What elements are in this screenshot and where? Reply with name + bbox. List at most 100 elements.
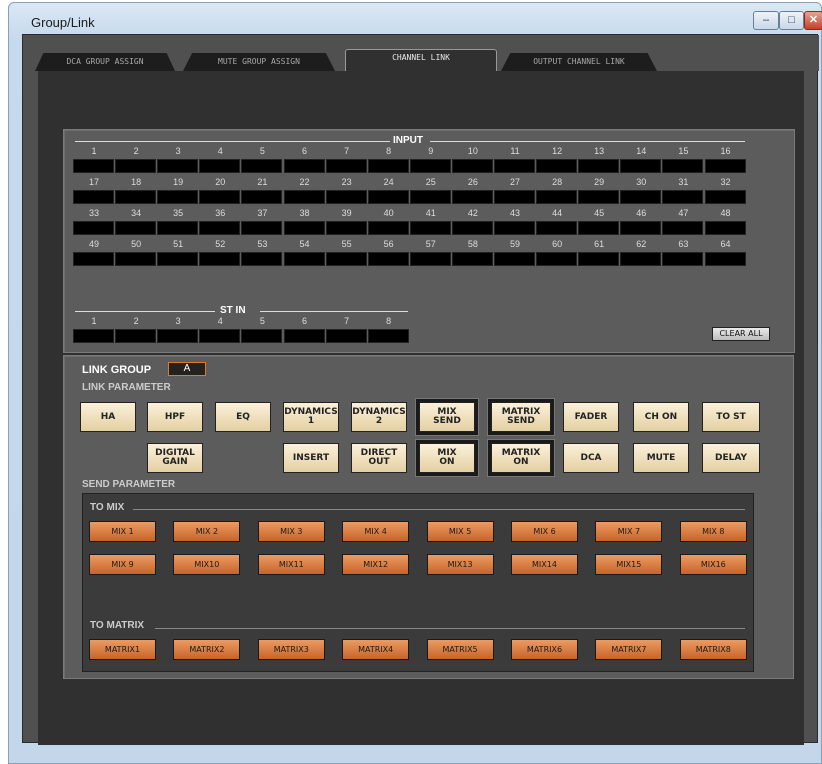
stin-link-slot[interactable] <box>199 329 241 343</box>
send-matrix-button[interactable]: MATRIX5 <box>426 639 494 660</box>
stin-link-slot[interactable] <box>283 329 325 343</box>
channel-link-slot[interactable] <box>662 221 704 235</box>
channel-link-slot[interactable] <box>536 252 578 266</box>
send-mix-button[interactable]: MIX 9 <box>89 554 156 575</box>
link-param-direct-out-button[interactable]: DIRECT OUT <box>351 443 407 473</box>
channel-link-slot[interactable] <box>157 159 199 173</box>
channel-link-slot[interactable] <box>325 159 367 173</box>
channel-link-slot[interactable] <box>620 190 662 204</box>
tab-output-channel-link[interactable]: OUTPUT CHANNEL LINK <box>501 53 657 71</box>
channel-link-slot[interactable] <box>620 252 662 266</box>
channel-link-slot[interactable] <box>199 190 241 204</box>
channel-link-slot[interactable] <box>704 252 746 266</box>
link-param-ch-on-button[interactable]: CH ON <box>633 402 689 432</box>
send-mix-button[interactable]: MIX 3 <box>257 521 325 542</box>
channel-link-slot[interactable] <box>73 159 114 173</box>
channel-link-slot[interactable] <box>578 190 620 204</box>
channel-link-slot[interactable] <box>241 221 283 235</box>
channel-link-slot[interactable] <box>325 221 367 235</box>
link-param-insert-button[interactable]: INSERT <box>283 443 339 473</box>
channel-link-slot[interactable] <box>451 190 493 204</box>
link-group-indicator[interactable]: A <box>168 362 206 376</box>
channel-link-slot[interactable] <box>157 221 199 235</box>
send-mix-button[interactable]: MIX13 <box>426 554 494 575</box>
send-mix-button[interactable]: MIX 1 <box>89 521 156 542</box>
channel-link-slot[interactable] <box>115 221 157 235</box>
channel-link-slot[interactable] <box>283 221 325 235</box>
channel-link-slot[interactable] <box>73 190 114 204</box>
channel-link-slot[interactable] <box>451 221 493 235</box>
link-param-ha-button[interactable]: HA <box>80 402 136 432</box>
link-param-fader-button[interactable]: FADER <box>563 402 619 432</box>
channel-link-slot[interactable] <box>494 252 535 266</box>
close-button[interactable]: ✕ <box>804 11 822 30</box>
channel-link-slot[interactable] <box>199 221 241 235</box>
channel-link-slot[interactable] <box>662 159 704 173</box>
channel-link-slot[interactable] <box>115 159 157 173</box>
stin-link-slot[interactable] <box>325 329 367 343</box>
channel-link-slot[interactable] <box>325 252 367 266</box>
link-param-matrix-send-button[interactable]: MATRIX SEND <box>491 402 551 432</box>
channel-link-slot[interactable] <box>241 190 283 204</box>
channel-link-slot[interactable] <box>578 252 620 266</box>
send-matrix-button[interactable]: MATRIX3 <box>257 639 325 660</box>
link-param-delay-button[interactable]: DELAY <box>702 443 760 473</box>
link-param-to-st-button[interactable]: TO ST <box>702 402 760 432</box>
channel-link-slot[interactable] <box>199 159 241 173</box>
channel-link-slot[interactable] <box>325 190 367 204</box>
send-mix-button[interactable]: MIX16 <box>679 554 747 575</box>
minimize-button[interactable]: – <box>753 11 779 30</box>
stin-link-slot[interactable] <box>157 329 199 343</box>
stin-link-slot[interactable] <box>115 329 157 343</box>
channel-link-slot[interactable] <box>283 252 325 266</box>
channel-link-slot[interactable] <box>241 159 283 173</box>
send-mix-button[interactable]: MIX11 <box>257 554 325 575</box>
send-matrix-button[interactable]: MATRIX6 <box>511 639 578 660</box>
channel-link-slot[interactable] <box>620 159 662 173</box>
send-mix-button[interactable]: MIX 7 <box>595 521 663 542</box>
channel-link-slot[interactable] <box>73 221 114 235</box>
channel-link-slot[interactable] <box>578 221 620 235</box>
channel-link-slot[interactable] <box>578 159 620 173</box>
send-matrix-button[interactable]: MATRIX7 <box>595 639 663 660</box>
channel-link-slot[interactable] <box>536 190 578 204</box>
channel-link-slot[interactable] <box>115 252 157 266</box>
channel-link-slot[interactable] <box>620 221 662 235</box>
link-param-dca-button[interactable]: DCA <box>563 443 619 473</box>
channel-link-slot[interactable] <box>367 252 409 266</box>
stin-link-slot[interactable] <box>241 329 283 343</box>
send-mix-button[interactable]: MIX10 <box>173 554 241 575</box>
link-param-eq-button[interactable]: EQ <box>215 402 271 432</box>
channel-link-slot[interactable] <box>409 252 451 266</box>
link-param-dynamics-1-button[interactable]: DYNAMICS 1 <box>283 402 339 432</box>
send-mix-button[interactable]: MIX14 <box>511 554 578 575</box>
tab-channel-link[interactable]: CHANNEL LINK <box>345 49 497 73</box>
send-mix-button[interactable]: MIX15 <box>595 554 663 575</box>
stin-link-slot[interactable] <box>73 329 114 343</box>
channel-link-slot[interactable] <box>704 190 746 204</box>
send-matrix-button[interactable]: MATRIX8 <box>679 639 747 660</box>
channel-link-slot[interactable] <box>536 159 578 173</box>
channel-link-slot[interactable] <box>367 221 409 235</box>
send-mix-button[interactable]: MIX 4 <box>342 521 410 542</box>
link-param-mix-on-button[interactable]: MIX ON <box>419 443 475 473</box>
send-mix-button[interactable]: MIX 8 <box>679 521 747 542</box>
channel-link-slot[interactable] <box>199 252 241 266</box>
channel-link-slot[interactable] <box>704 221 746 235</box>
link-param-hpf-button[interactable]: HPF <box>147 402 203 432</box>
send-matrix-button[interactable]: MATRIX1 <box>89 639 156 660</box>
channel-link-slot[interactable] <box>283 190 325 204</box>
channel-link-slot[interactable] <box>662 190 704 204</box>
send-mix-button[interactable]: MIX 6 <box>511 521 578 542</box>
send-mix-button[interactable]: MIX 5 <box>426 521 494 542</box>
channel-link-slot[interactable] <box>115 190 157 204</box>
channel-link-slot[interactable] <box>157 190 199 204</box>
clear-all-button[interactable]: CLEAR ALL <box>712 327 770 341</box>
channel-link-slot[interactable] <box>494 221 535 235</box>
channel-link-slot[interactable] <box>451 159 493 173</box>
send-matrix-button[interactable]: MATRIX4 <box>342 639 410 660</box>
link-param-matrix-on-button[interactable]: MATRIX ON <box>491 443 551 473</box>
send-mix-button[interactable]: MIX 2 <box>173 521 241 542</box>
send-mix-button[interactable]: MIX12 <box>342 554 410 575</box>
channel-link-slot[interactable] <box>662 252 704 266</box>
